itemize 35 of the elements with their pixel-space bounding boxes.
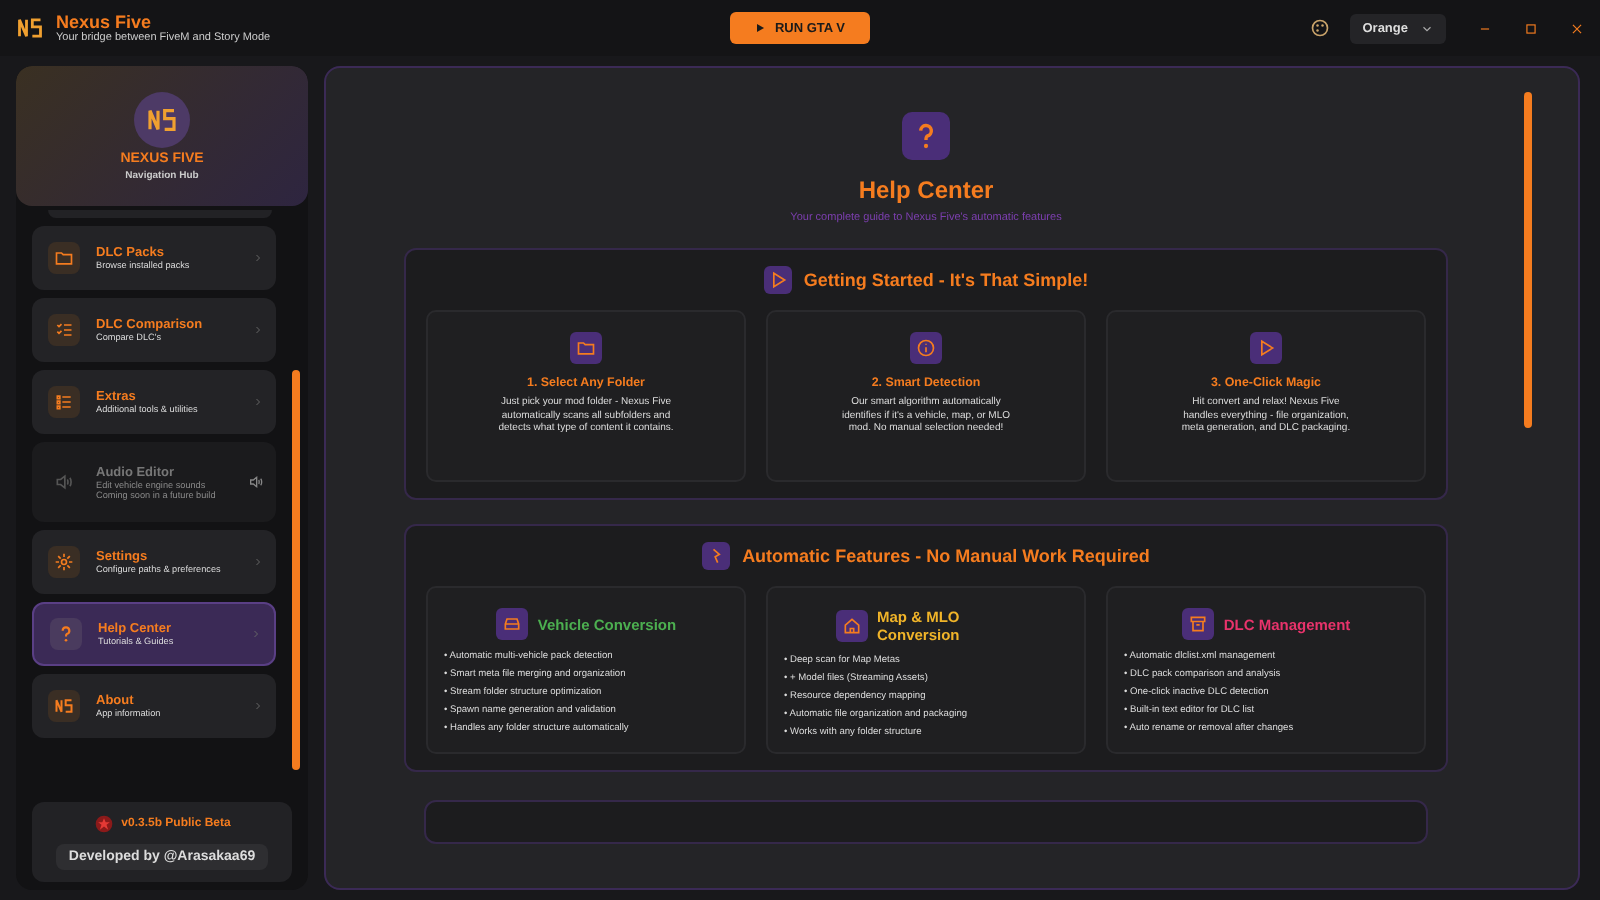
chevron-right-icon: [252, 324, 264, 336]
gear-icon: [48, 546, 80, 578]
page-title: Help Center: [858, 176, 994, 204]
scrollbar-thumb[interactable]: [1524, 92, 1532, 428]
section-title: Automatic Features - No Manual Work Required: [742, 546, 1150, 566]
play-icon: [1250, 332, 1282, 364]
speaker-icon: [248, 474, 264, 490]
chevron-right-icon: [252, 252, 264, 264]
palette-icon[interactable]: [1310, 18, 1331, 38]
badge-icon: [93, 814, 114, 834]
play-icon: [754, 22, 767, 34]
play-icon: [763, 266, 792, 294]
lightning-icon: [702, 542, 731, 570]
chevron-right-icon: [252, 700, 264, 712]
list-icon: [48, 386, 80, 418]
close-icon[interactable]: [1570, 21, 1584, 35]
chevron-right-icon: [250, 628, 262, 640]
logo-icon: [134, 91, 190, 147]
house-icon: [835, 610, 867, 642]
folder-icon: [570, 332, 602, 364]
section-title: Getting Started - It's That Simple!: [803, 270, 1089, 290]
scrollbar-thumb[interactable]: [292, 370, 300, 770]
question-mark-icon: [50, 618, 82, 650]
checklist-icon: [48, 314, 80, 346]
maximize-icon[interactable]: [1524, 21, 1538, 35]
question-mark-icon: [902, 112, 950, 160]
logo-icon: [16, 14, 44, 42]
folder-icon: [48, 242, 80, 274]
chevron-right-icon: [252, 556, 264, 568]
app-title: Nexus Five: [56, 12, 154, 32]
logo-icon: [48, 690, 80, 722]
info-icon: [910, 332, 942, 364]
chevron-down-icon: [1420, 21, 1434, 35]
chevron-right-icon: [252, 396, 264, 408]
archive-icon: [1181, 608, 1214, 640]
